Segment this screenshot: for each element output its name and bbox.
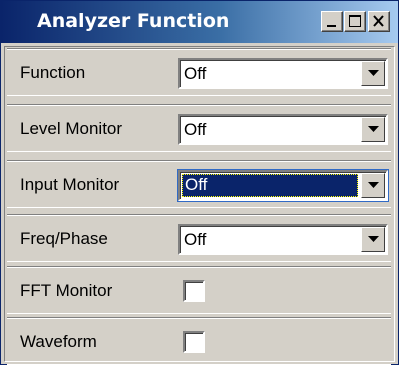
function-value: Off: [184, 64, 207, 83]
waveform-checkbox[interactable]: [183, 331, 205, 353]
close-button[interactable]: [368, 11, 390, 32]
input-monitor-selection: [182, 174, 358, 197]
title-bar[interactable]: Analyzer Function: [1, 1, 398, 43]
level-monitor-dropdown-button[interactable]: [361, 117, 385, 142]
freq-phase-label: Freq/Phase: [20, 229, 108, 248]
row-freq-phase: Freq/Phase Off: [7, 214, 391, 262]
maximize-button[interactable]: [344, 11, 366, 32]
freq-phase-dropdown[interactable]: Off: [178, 224, 388, 255]
row-waveform: Waveform: [7, 317, 391, 365]
function-dropdown-button[interactable]: [361, 61, 385, 86]
window-title: Analyzer Function: [37, 10, 230, 32]
row-fft-monitor: FFT Monitor: [7, 266, 391, 314]
input-monitor-label: Input Monitor: [20, 175, 120, 194]
waveform-label: Waveform: [20, 332, 97, 351]
function-label: Function: [20, 63, 86, 82]
close-icon: [373, 15, 384, 27]
level-monitor-value: Off: [184, 120, 207, 139]
row-level-monitor: Level Monitor Off: [7, 104, 391, 152]
row-input-monitor: Input Monitor Off: [7, 160, 391, 208]
input-monitor-value: Off: [185, 175, 208, 194]
freq-phase-dropdown-button[interactable]: [361, 227, 385, 252]
chevron-down-icon: [368, 70, 379, 76]
fft-monitor-checkbox[interactable]: [183, 280, 205, 302]
row-function: Function Off: [7, 48, 391, 96]
input-monitor-dropdown-button[interactable]: [361, 173, 385, 198]
analyzer-function-window: Analyzer Function Function Off Level Mon…: [0, 0, 399, 365]
chevron-down-icon: [368, 182, 379, 188]
function-dropdown[interactable]: Off: [178, 58, 388, 89]
level-monitor-label: Level Monitor: [20, 119, 123, 138]
level-monitor-dropdown[interactable]: Off: [178, 114, 388, 145]
freq-phase-value: Off: [184, 230, 207, 249]
minimize-icon: [327, 25, 336, 27]
chevron-down-icon: [368, 236, 379, 242]
minimize-button[interactable]: [321, 11, 343, 32]
chevron-down-icon: [368, 126, 379, 132]
fft-monitor-label: FFT Monitor: [20, 281, 113, 300]
input-monitor-dropdown[interactable]: Off: [177, 169, 389, 202]
maximize-icon: [349, 15, 361, 27]
